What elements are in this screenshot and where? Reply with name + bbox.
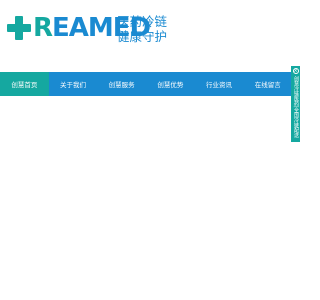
slogan: 医药冷链 健康守护 [117,14,167,44]
main-nav: 创慧首页 关于我们 创慧服务 创慧优势 行业资讯 在线留言 [0,72,292,96]
nav-item-home[interactable]: 创慧首页 [0,72,49,96]
close-icon[interactable]: × [292,68,299,74]
nav-item-message[interactable]: 在线留言 [243,72,292,96]
slogan-line-1: 医药冷链 [117,14,168,29]
side-contact-tab[interactable]: × 创慧冷链医药|全国冷链配送 [291,66,300,142]
nav-item-advantages[interactable]: 创慧优势 [146,72,195,96]
logo-letter-r: R [33,13,53,43]
nav-item-services[interactable]: 创慧服务 [97,72,146,96]
medical-cross-icon [6,15,32,41]
nav-item-news[interactable]: 行业资讯 [195,72,244,96]
nav-item-about[interactable]: 关于我们 [49,72,98,96]
slogan-line-2: 健康守护 [117,29,168,44]
side-tab-text: 创慧冷链医药|全国冷链配送 [293,76,299,138]
